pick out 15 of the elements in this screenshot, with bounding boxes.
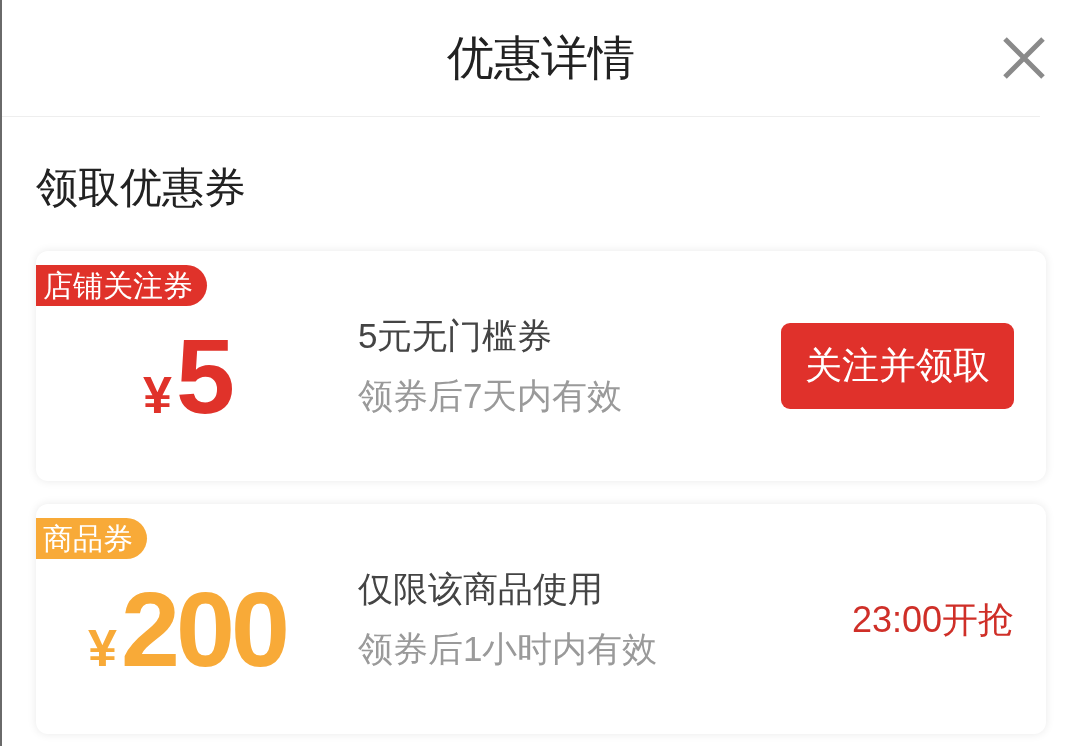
page-title: 优惠详情 [447,29,635,86]
follow-claim-button[interactable]: 关注并领取 [781,323,1014,410]
currency-symbol: ¥ [88,618,118,679]
coupon-validity: 领券后7天内有效 [358,375,624,418]
section-title: 领取优惠券 [36,163,247,213]
coupon-title: 5元无门槛券 [358,315,554,358]
currency-symbol: ¥ [143,365,172,426]
coupon-amount: 200 [121,576,286,683]
close-icon[interactable] [1002,36,1046,80]
coupon-tag: 店铺关注券 [36,265,207,307]
coupon-validity: 领券后1小时内有效 [358,628,659,671]
sale-start-time: 23:00开抢 [851,597,1014,641]
coupon-tag: 商品券 [36,518,147,560]
coupon-title: 仅限该商品使用 [358,568,604,611]
coupon-amount: 5 [176,323,231,430]
